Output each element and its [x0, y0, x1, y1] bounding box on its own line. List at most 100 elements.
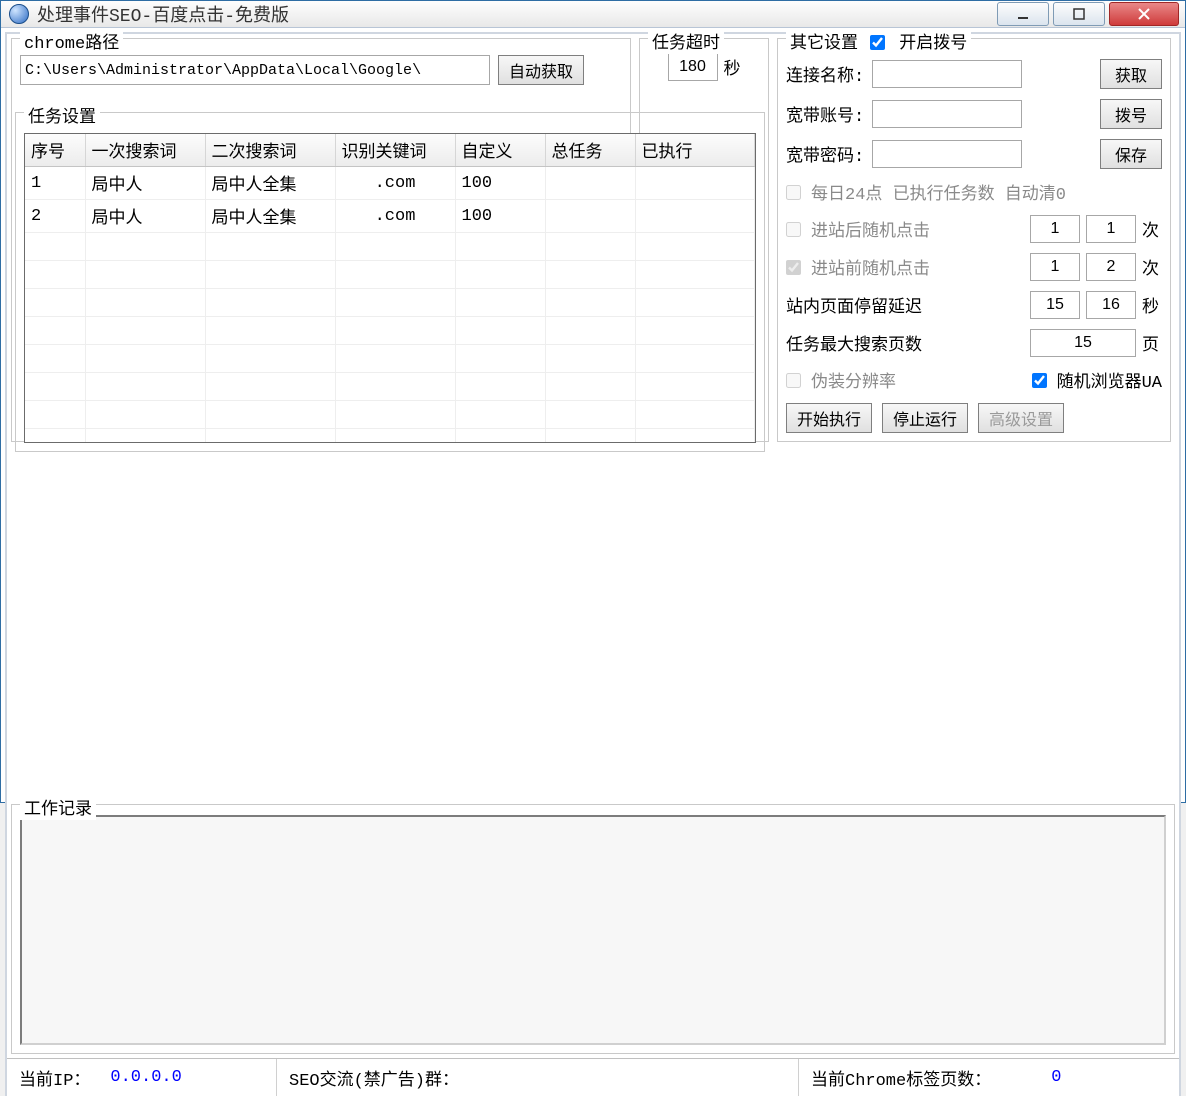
minimize-button[interactable] [997, 2, 1049, 26]
close-icon [1137, 7, 1151, 21]
table-cell: 局中人全集 [205, 167, 335, 200]
table-cell [635, 200, 755, 233]
table-cell [545, 200, 635, 233]
titlebar: 处理事件SEO-百度点击-免费版 [1, 1, 1185, 28]
worklog-area[interactable] [20, 815, 1166, 1045]
th-kw2[interactable]: 二次搜索词 [205, 134, 335, 167]
random-ua-checkbox[interactable] [1032, 373, 1047, 388]
th-done[interactable]: 已执行 [635, 134, 755, 167]
auto-get-button[interactable]: 自动获取 [498, 55, 584, 85]
worklog-legend: 工作记录 [20, 794, 96, 820]
bb-pwd-input[interactable] [872, 140, 1022, 168]
status-group-label: SEO交流(禁广告)群： [289, 1065, 459, 1091]
table-row-empty [25, 345, 755, 373]
stay-delay-val2[interactable] [1086, 291, 1136, 319]
timeout-legend: 任务超时 [648, 28, 724, 54]
th-no[interactable]: 序号 [25, 134, 85, 167]
table-cell: 局中人 [85, 200, 205, 233]
max-pages-unit: 页 [1142, 330, 1162, 356]
get-conn-button[interactable]: 获取 [1100, 59, 1162, 89]
chrome-path-legend: chrome路径 [20, 28, 123, 54]
enable-dial-checkbox[interactable] [870, 35, 885, 50]
minimize-icon [1016, 7, 1030, 21]
th-custom[interactable]: 自定义 [455, 134, 545, 167]
daily24-checkbox[interactable] [786, 185, 801, 200]
after-enter-checkbox[interactable] [786, 222, 801, 237]
other-legend-text: 其它设置 [790, 28, 858, 54]
dial-button[interactable]: 拨号 [1100, 99, 1162, 129]
other-settings-column: 其它设置 开启拨号 连接名称: 获取 宽带账号: [773, 34, 1179, 446]
after-enter-unit: 次 [1142, 216, 1162, 242]
after-enter-val2[interactable] [1086, 215, 1136, 243]
table-cell [545, 167, 635, 200]
table-cell: 局中人 [85, 167, 205, 200]
window-title: 处理事件SEO-百度点击-免费版 [37, 1, 997, 27]
stop-button[interactable]: 停止运行 [882, 403, 968, 433]
tasks-table-wrap: 序号 一次搜索词 二次搜索词 识别关键词 自定义 总任务 已执行 1局中人局中人… [24, 133, 756, 443]
statusbar: 当前IP： 0.0.0.0 SEO交流(禁广告)群： 当前Chrome标签页数：… [7, 1058, 1179, 1096]
fake-res-label: 伪装分辨率 [811, 367, 896, 393]
enable-dial-label: 开启拨号 [899, 35, 967, 54]
table-cell [635, 167, 755, 200]
after-enter-val1[interactable] [1030, 215, 1080, 243]
worklog-group: 工作记录 [11, 804, 1175, 1054]
table-row-empty [25, 261, 755, 289]
table-cell: 局中人全集 [205, 200, 335, 233]
tasks-group: 任务设置 序号 一次搜索词 二次搜索词 识别关键词 自定义 总任务 已执行 [15, 112, 765, 452]
th-rec[interactable]: 识别关键词 [335, 134, 455, 167]
app-icon [9, 4, 29, 24]
daily24-label: 每日24点 已执行任务数 自动清0 [811, 179, 1066, 205]
table-cell: .com [335, 167, 455, 200]
before-enter-checkbox[interactable] [786, 260, 801, 275]
table-row-empty [25, 233, 755, 261]
before-enter-val2[interactable] [1086, 253, 1136, 281]
conn-name-input[interactable] [872, 60, 1022, 88]
table-row-empty [25, 317, 755, 345]
fake-res-checkbox[interactable] [786, 373, 801, 388]
table-cell: .com [335, 200, 455, 233]
close-button[interactable] [1109, 2, 1179, 26]
after-enter-label: 进站后随机点击 [811, 216, 1024, 242]
table-row-empty [25, 373, 755, 401]
conn-name-label: 连接名称: [786, 61, 866, 87]
th-total[interactable]: 总任务 [545, 134, 635, 167]
table-row[interactable]: 1局中人局中人全集.com100 [25, 167, 755, 200]
chrome-path-input[interactable] [20, 55, 490, 85]
other-settings-legend: 其它设置 开启拨号 [786, 28, 971, 54]
before-enter-val1[interactable] [1030, 253, 1080, 281]
table-cell: 2 [25, 200, 85, 233]
bb-account-input[interactable] [872, 100, 1022, 128]
client-area: chrome路径 自动获取 任务超时 秒 其它设置 [5, 32, 1181, 1096]
advanced-button[interactable]: 高级设置 [978, 403, 1064, 433]
status-ip-label: 当前IP： [19, 1065, 90, 1091]
status-tabs-label: 当前Chrome标签页数： [811, 1065, 991, 1091]
th-kw1[interactable]: 一次搜索词 [85, 134, 205, 167]
stay-delay-unit: 秒 [1142, 292, 1162, 318]
table-cell: 1 [25, 167, 85, 200]
start-button[interactable]: 开始执行 [786, 403, 872, 433]
tasks-table: 序号 一次搜索词 二次搜索词 识别关键词 自定义 总任务 已执行 1局中人局中人… [25, 134, 755, 443]
stay-delay-val1[interactable] [1030, 291, 1080, 319]
maximize-button[interactable] [1053, 2, 1105, 26]
tasks-legend: 任务设置 [24, 102, 100, 128]
maximize-icon [1072, 7, 1086, 21]
table-row[interactable]: 2局中人局中人全集.com100 [25, 200, 755, 233]
save-conn-button[interactable]: 保存 [1100, 139, 1162, 169]
table-row-empty [25, 401, 755, 429]
bb-account-label: 宽带账号: [786, 101, 866, 127]
before-enter-unit: 次 [1142, 254, 1162, 280]
bb-pwd-label: 宽带密码: [786, 141, 866, 167]
table-cell: 100 [455, 167, 545, 200]
timeout-input[interactable] [668, 53, 718, 81]
table-row-empty [25, 429, 755, 444]
status-ip-value: 0.0.0.0 [110, 1068, 181, 1087]
random-ua-label: 随机浏览器UA [1057, 367, 1162, 393]
table-cell: 100 [455, 200, 545, 233]
stay-delay-label: 站内页面停留延迟 [786, 292, 1024, 318]
max-pages-input[interactable] [1030, 329, 1136, 357]
table-row-empty [25, 289, 755, 317]
app-window: 处理事件SEO-百度点击-免费版 chrome路径 自动获取 [0, 0, 1186, 803]
before-enter-label: 进站前随机点击 [811, 254, 1024, 280]
timeout-unit: 秒 [724, 54, 741, 80]
other-settings-group: 其它设置 开启拨号 连接名称: 获取 宽带账号: [777, 38, 1171, 442]
